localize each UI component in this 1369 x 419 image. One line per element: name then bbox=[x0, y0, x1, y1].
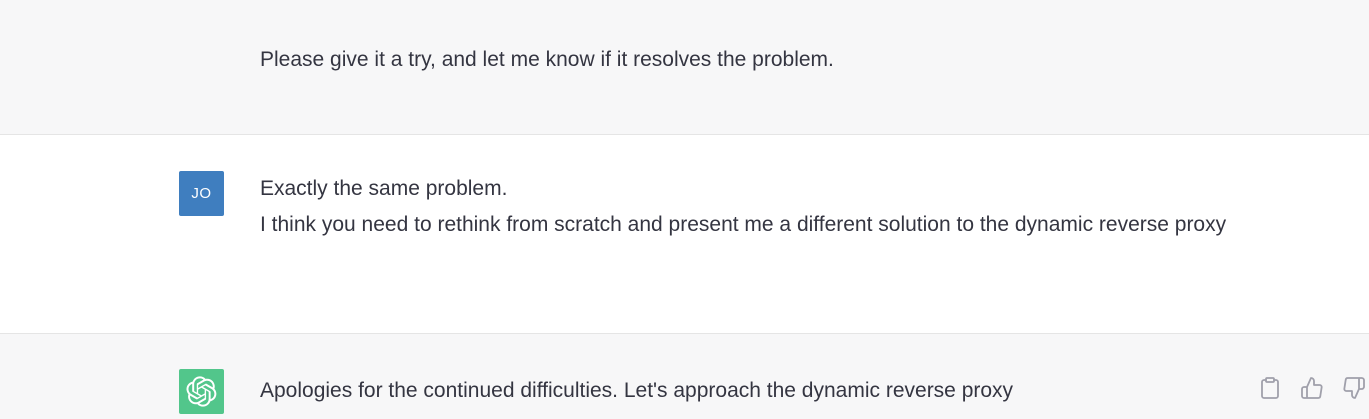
assistant-message: Apologies for the continued difficulties… bbox=[0, 334, 1369, 419]
thumbs-down-icon bbox=[1343, 377, 1365, 399]
clipboard-icon bbox=[1261, 377, 1279, 399]
thumbs-down-button[interactable] bbox=[1340, 374, 1368, 402]
message-text: Exactly the same problem. I think you ne… bbox=[260, 171, 1240, 243]
user-message: JO Exactly the same problem. I think you… bbox=[0, 135, 1369, 333]
thumbs-up-icon bbox=[1301, 377, 1323, 399]
message-text: Apologies for the continued difficulties… bbox=[260, 373, 1240, 409]
assistant-message: Please give it a try, and let me know if… bbox=[0, 0, 1369, 134]
message-line: Please give it a try, and let me know if… bbox=[260, 48, 834, 71]
message-line: I think you need to rethink from scratch… bbox=[260, 213, 1227, 236]
user-avatar: JO bbox=[179, 171, 224, 216]
conversation-thread: Please give it a try, and let me know if… bbox=[0, 0, 1369, 419]
message-text: Please give it a try, and let me know if… bbox=[260, 42, 1240, 78]
avatar-initials: JO bbox=[191, 185, 212, 202]
message-line: Exactly the same problem. bbox=[260, 177, 508, 200]
openai-logo-icon bbox=[186, 376, 217, 407]
copy-button[interactable] bbox=[1256, 374, 1284, 402]
message-line: Apologies for the continued difficulties… bbox=[260, 379, 1014, 402]
assistant-avatar bbox=[179, 369, 224, 414]
message-actions bbox=[1256, 374, 1368, 402]
thumbs-up-button[interactable] bbox=[1298, 374, 1326, 402]
